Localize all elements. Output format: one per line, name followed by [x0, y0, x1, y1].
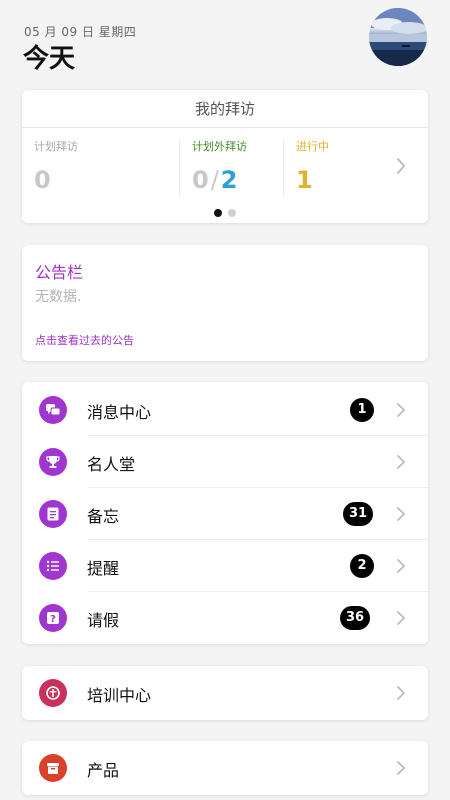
reminder-count-badge: 2: [350, 554, 374, 578]
notice-empty-text: 无数据.: [35, 289, 82, 305]
trophy-icon: [39, 448, 67, 476]
page-dot[interactable]: [228, 209, 236, 217]
stat-divider: [283, 140, 284, 196]
chevron-right-icon: [397, 403, 405, 417]
planned-visits-value: 0: [34, 166, 51, 194]
menu-item-product[interactable]: 产品: [22, 742, 428, 794]
planned-visits-stat: 计划拜访 0: [34, 138, 174, 198]
chevron-right-icon[interactable]: [396, 156, 406, 176]
training-center-card[interactable]: 培训中心: [22, 666, 428, 720]
notice-board-card: 公告栏 无数据. 点击查看过去的公告: [22, 245, 428, 361]
memo-icon: [39, 500, 67, 528]
menu-list-card: 消息中心 1 名人堂 备忘 31 提醒 2 ? 请假 36: [22, 382, 428, 644]
message-icon: [39, 396, 67, 424]
menu-item-label: 培训中心: [87, 686, 152, 705]
in-progress-stat: 进行中 1: [296, 138, 386, 198]
header: 05 月 09 日 星期四 今天: [0, 0, 450, 80]
chevron-right-icon: [397, 559, 405, 573]
menu-item-label: 请假: [87, 611, 120, 630]
chevron-right-icon: [397, 507, 405, 521]
menu-item-hall-of-fame[interactable]: 名人堂: [22, 436, 428, 488]
memo-count-badge: 31: [343, 502, 374, 526]
menu-item-memo[interactable]: 备忘 31: [22, 488, 428, 540]
svg-text:?: ?: [50, 614, 56, 625]
unplanned-done-count: 0: [192, 166, 209, 194]
menu-item-label: 消息中心: [87, 403, 152, 422]
training-icon: [39, 679, 67, 707]
page-dot-active[interactable]: [214, 209, 222, 217]
page-title: 今天: [23, 44, 76, 74]
menu-item-message-center[interactable]: 消息中心 1: [22, 384, 428, 436]
menu-item-label: 提醒: [87, 559, 120, 578]
unplanned-visits-value: 0/2: [192, 166, 292, 194]
past-notices-link[interactable]: 点击查看过去的公告: [35, 332, 134, 348]
unplanned-total-count: 2: [220, 166, 238, 194]
chevron-right-icon: [397, 611, 405, 625]
unplanned-visits-label: 计划外拜访: [192, 140, 247, 153]
menu-item-label: 名人堂: [87, 455, 136, 474]
reminder-icon: [39, 552, 67, 580]
unplanned-visits-stat: 计划外拜访 0/2: [192, 138, 292, 198]
stat-divider: [179, 140, 180, 196]
menu-item-training-center[interactable]: 培训中心: [22, 667, 428, 719]
leave-count-badge: 36: [340, 606, 371, 630]
avatar-landscape-image: [369, 8, 427, 66]
leave-icon: ?: [39, 604, 67, 632]
avatar[interactable]: [369, 8, 427, 66]
page-indicator[interactable]: [22, 209, 428, 217]
planned-visits-label: 计划拜访: [34, 140, 78, 153]
product-icon: [39, 754, 67, 782]
product-card[interactable]: 产品: [22, 741, 428, 795]
in-progress-label: 进行中: [296, 140, 329, 153]
notice-board-title: 公告栏: [35, 263, 84, 282]
menu-item-label: 备忘: [87, 507, 120, 526]
visits-title: 我的拜访: [22, 90, 428, 128]
chevron-right-icon: [397, 455, 405, 469]
chevron-right-icon: [397, 761, 405, 775]
chevron-right-icon: [397, 686, 405, 700]
menu-item-label: 产品: [87, 761, 120, 780]
my-visits-card[interactable]: 我的拜访 计划拜访 0 计划外拜访 0/2 进行中 1: [22, 90, 428, 223]
in-progress-value: 1: [296, 166, 313, 194]
menu-item-reminder[interactable]: 提醒 2: [22, 540, 428, 592]
unread-count-badge: 1: [350, 398, 374, 422]
menu-item-leave[interactable]: ? 请假 36: [22, 592, 428, 644]
unplanned-separator: /: [210, 166, 219, 194]
